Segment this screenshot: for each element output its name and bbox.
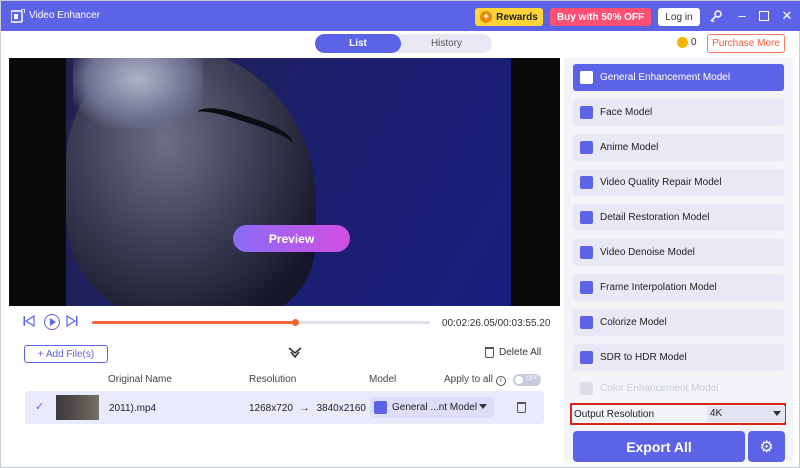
close-icon[interactable]: ✕	[777, 7, 797, 25]
play-button[interactable]	[44, 314, 60, 330]
video-preview: Preview	[9, 58, 560, 306]
output-resolution-value: 4K	[710, 408, 723, 419]
preview-button[interactable]: Preview	[233, 225, 350, 252]
app-logo-icon	[11, 9, 25, 23]
header-model: Model	[369, 374, 397, 385]
checkmark-icon[interactable]: ✓	[35, 400, 44, 413]
header-resolution: Resolution	[249, 374, 297, 385]
dropdown-caret-icon	[773, 411, 781, 416]
color-enhancement-model-icon	[580, 381, 593, 395]
view-tabs: List History	[315, 34, 492, 53]
model-anime[interactable]: Anime Model	[573, 134, 784, 161]
time-display: 00:02:26.05/00:03:55.20	[442, 318, 551, 329]
model-label: General Enhancement Model	[600, 72, 731, 83]
add-files-button[interactable]: + Add File(s)	[24, 345, 108, 363]
app-title: Video Enhancer	[29, 10, 100, 21]
model-video-denoise[interactable]: Video Denoise Model	[573, 239, 784, 266]
maximize-icon[interactable]	[754, 7, 774, 25]
export-all-button[interactable]: Export All	[573, 431, 745, 462]
header-original-name: Original Name	[108, 374, 172, 385]
toggle-knob	[515, 376, 523, 384]
delete-all-label: Delete All	[499, 347, 542, 358]
model-detail-restoration[interactable]: Detail Restoration Model	[573, 204, 784, 231]
rewards-label: Rewards	[496, 11, 538, 23]
row-model-label: General ...nt Model	[392, 402, 478, 413]
apply-to-all-label: Apply to all	[444, 374, 493, 385]
restoration-model-icon	[580, 211, 593, 224]
source-resolution: 1268x720	[249, 403, 293, 414]
model-sdr-to-hdr[interactable]: SDR to HDR Model	[573, 344, 784, 371]
model-icon	[374, 401, 387, 414]
anime-model-icon	[580, 141, 593, 154]
model-colorize[interactable]: Colorize Model	[573, 309, 784, 336]
login-button[interactable]: Log in	[658, 8, 700, 26]
face-model-icon	[580, 106, 593, 119]
model-label: Colorize Model	[600, 317, 667, 328]
table-row[interactable]: ✓ 2011).mp4 1268x720 → 3840x2160 General…	[25, 391, 544, 424]
denoise-model-icon	[580, 246, 593, 259]
playback-scrubber-handle[interactable]	[291, 319, 299, 326]
output-resolution-row: Output Resolution 4K	[570, 403, 786, 425]
purchase-more-button[interactable]: Purchase More	[707, 34, 785, 53]
model-label: Face Model	[600, 107, 653, 118]
video-subject-hair	[73, 58, 203, 128]
header-apply-to-all: Apply to all i	[444, 374, 506, 386]
model-label: Video Quality Repair Model	[600, 177, 722, 188]
model-label: Frame Interpolation Model	[600, 282, 717, 293]
gift-icon: ✦	[480, 11, 493, 23]
trash-icon	[485, 347, 494, 358]
colorize-model-icon	[580, 316, 593, 329]
model-color-enhancement[interactable]: Color Enhancement Model	[573, 380, 784, 396]
model-label: SDR to HDR Model	[600, 352, 687, 363]
general-model-icon	[580, 71, 593, 84]
playback-progress-bar[interactable]	[92, 319, 430, 326]
playback-progress-fill	[92, 321, 295, 324]
model-label: Color Enhancement Model	[600, 382, 719, 394]
collapse-chevron-icon[interactable]	[288, 347, 302, 359]
video-thumbnail	[56, 395, 99, 420]
output-resolution-label: Output Resolution	[574, 409, 655, 420]
model-label: Detail Restoration Model	[600, 212, 710, 223]
file-name: 2011).mp4	[109, 403, 157, 414]
row-delete-icon[interactable]	[517, 402, 526, 413]
model-frame-interpolation[interactable]: Frame Interpolation Model	[573, 274, 784, 301]
info-icon[interactable]: i	[495, 376, 506, 386]
delete-all-button[interactable]: Delete All	[485, 347, 541, 358]
apply-to-all-toggle[interactable]: OFF	[513, 374, 541, 386]
settings-gear-icon[interactable]: ⚙	[748, 431, 785, 462]
hdr-model-icon	[580, 351, 593, 364]
tab-list[interactable]: List	[315, 34, 401, 53]
repair-model-icon	[580, 176, 593, 189]
target-resolution: 3840x2160	[316, 403, 367, 414]
output-resolution-dropdown[interactable]: 4K	[707, 406, 785, 422]
title-bar: Video Enhancer ✦ Rewards Buy with 50% OF…	[1, 1, 800, 31]
dropdown-caret-icon	[479, 404, 487, 409]
next-frame-icon[interactable]	[66, 314, 78, 330]
minimize-icon[interactable]: –	[732, 7, 752, 25]
model-face[interactable]: Face Model	[573, 99, 784, 126]
rewards-button[interactable]: ✦ Rewards	[475, 8, 543, 26]
toggle-state-label: OFF	[526, 376, 538, 382]
model-label: Anime Model	[600, 142, 659, 153]
coin-icon	[677, 37, 688, 48]
buy-discount-button[interactable]: Buy with 50% OFF	[550, 8, 651, 26]
arrow-icon: →	[299, 403, 310, 414]
previous-frame-icon[interactable]	[23, 314, 35, 330]
app-window: Video Enhancer ✦ Rewards Buy with 50% OF…	[0, 0, 800, 468]
model-panel: General Enhancement Model Face Model Ani…	[564, 58, 793, 461]
key-icon[interactable]	[706, 7, 726, 25]
model-video-quality-repair[interactable]: Video Quality Repair Model	[573, 169, 784, 196]
tab-history[interactable]: History	[401, 34, 492, 53]
model-label: Video Denoise Model	[600, 247, 695, 258]
credits-count: 0	[691, 37, 697, 48]
interpolation-model-icon	[580, 281, 593, 294]
file-resolution: 1268x720 → 3840x2160	[249, 403, 366, 414]
credits-counter: 0	[677, 37, 697, 48]
row-model-dropdown[interactable]: General ...nt Model	[370, 397, 494, 418]
model-general-enhancement[interactable]: General Enhancement Model	[573, 64, 784, 91]
